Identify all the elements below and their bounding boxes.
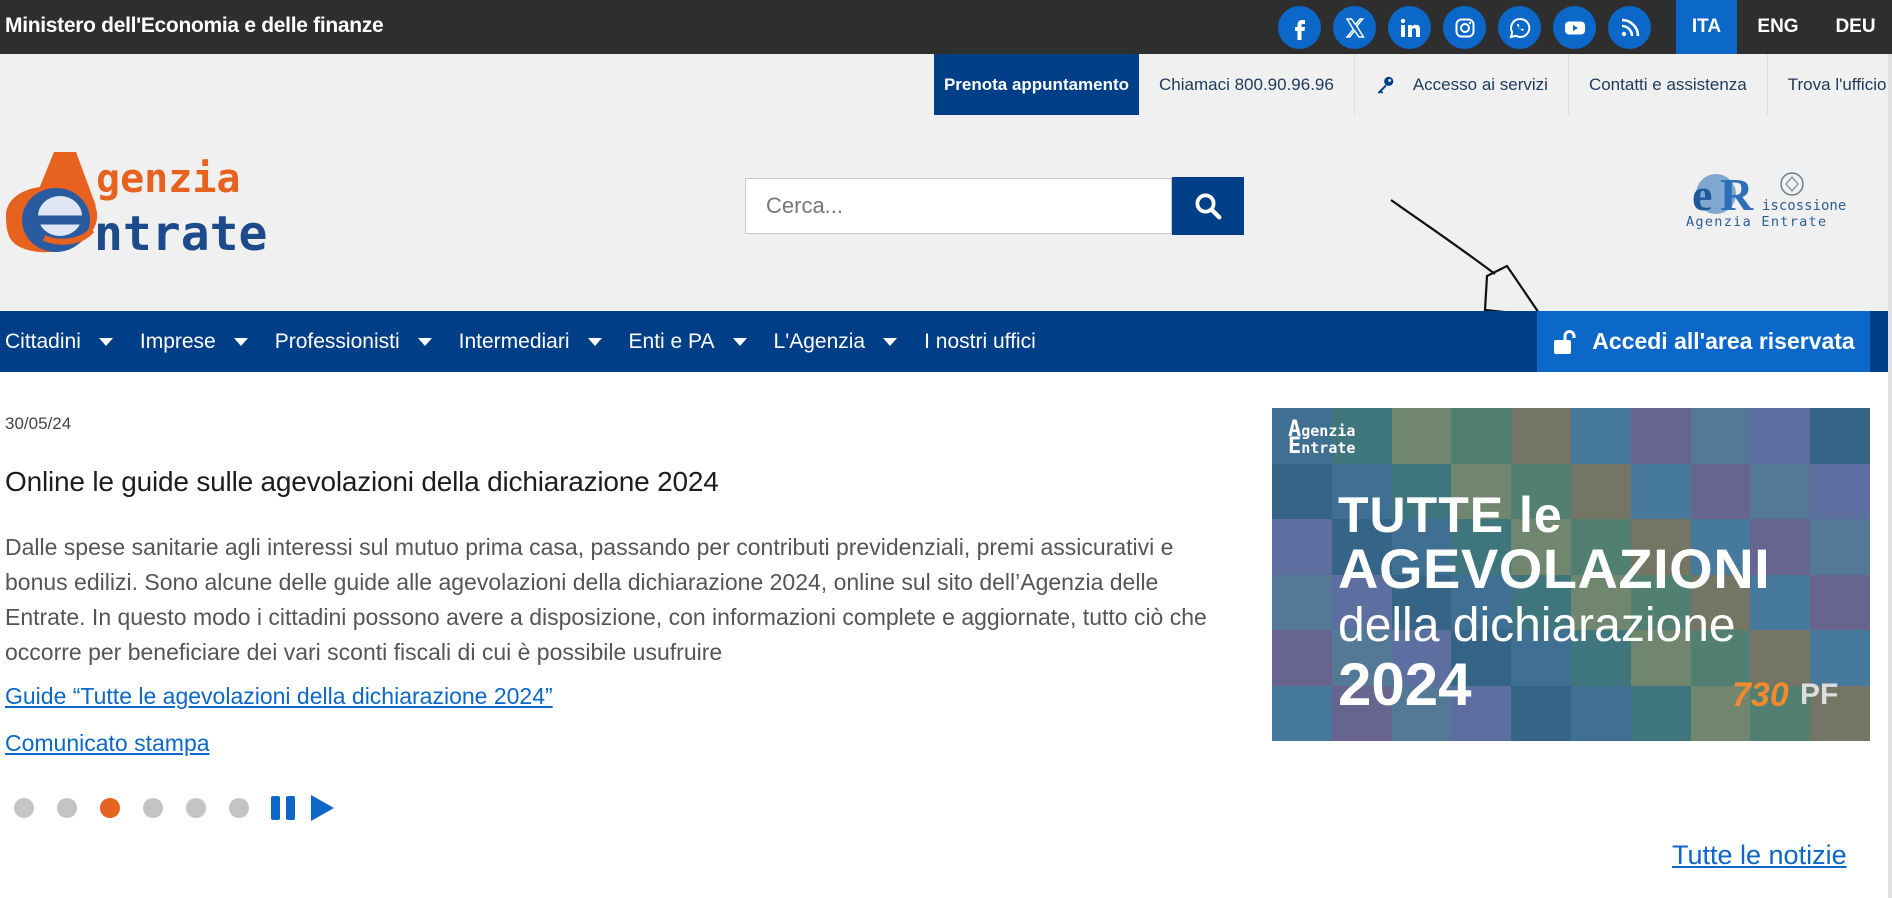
nav-label: Professionisti [274, 329, 400, 353]
banner-logo: Agenzia Entrate [1288, 417, 1356, 459]
carousel-dot-1[interactable] [14, 798, 34, 818]
x-icon[interactable] [1333, 6, 1376, 49]
banner-line4: 2024 [1338, 651, 1472, 718]
caret-down-icon [417, 337, 432, 346]
all-news-link[interactable]: Tutte le notizie [1672, 840, 1847, 871]
logo-text-ntrate: ntrate [94, 206, 267, 260]
main-nav: Cittadini Imprese Professionisti Interme… [0, 311, 1892, 372]
facebook-icon[interactable] [1278, 6, 1321, 49]
nav-label: Intermediari [458, 329, 570, 353]
lang-eng[interactable]: ENG [1737, 0, 1819, 54]
banner-logo-line1: genzia [1301, 422, 1356, 440]
language-switcher: ITA ENG DEU [1676, 0, 1892, 54]
search-form [745, 177, 1244, 235]
banner-logo-line2: ntrate [1301, 439, 1356, 457]
nav-label: Cittadini [5, 329, 81, 353]
instagram-icon[interactable] [1443, 6, 1486, 49]
key-icon [1377, 76, 1394, 94]
nav-label: I nostri uffici [924, 329, 1036, 353]
carousel-controls [14, 795, 334, 821]
caret-down-icon [732, 337, 747, 346]
search-input[interactable] [745, 178, 1172, 234]
svg-text:R: R [1720, 169, 1754, 220]
nav-label: Imprese [139, 329, 216, 353]
banner-line2: AGEVOLAZIONI [1338, 537, 1771, 600]
carousel-dot-3[interactable] [100, 798, 120, 818]
nav-item-cittadini[interactable]: Cittadini [0, 330, 135, 354]
svg-text:e: e [1692, 169, 1712, 220]
nav-item-intermediari[interactable]: Intermediari [454, 330, 624, 354]
logo-text-genzia: genzia [96, 156, 241, 202]
news-banner-image[interactable]: Agenzia Entrate TUTTE le AGEVOLAZIONI de… [1272, 408, 1870, 741]
carousel-dot-2[interactable] [57, 798, 77, 818]
arrow-annotation [1390, 199, 1544, 318]
contacts-link[interactable]: Contatti e assistenza [1569, 54, 1768, 115]
linkedin-icon[interactable] [1388, 6, 1431, 49]
nav-item-enti-pa[interactable]: Enti e PA [624, 330, 769, 354]
ministry-link[interactable]: Ministero dell'Economia e delle finanze [5, 14, 384, 38]
nav-item-agenzia[interactable]: L'Agenzia [769, 330, 920, 354]
scrollbar[interactable] [1888, 54, 1892, 898]
unlock-icon [1554, 329, 1576, 354]
utility-bar: Prenota appuntamento Chiamaci 800.90.96.… [934, 54, 1892, 115]
play-icon[interactable] [311, 795, 334, 821]
nav-item-professionisti[interactable]: Professionisti [270, 330, 454, 354]
caret-down-icon [587, 337, 602, 346]
caret-down-icon [98, 337, 113, 346]
nav-item-imprese[interactable]: Imprese [135, 330, 270, 354]
search-button[interactable] [1172, 177, 1244, 235]
news-date: 30/05/24 [5, 414, 72, 433]
banner-line3: della dichiarazione [1338, 599, 1736, 652]
lang-deu[interactable]: DEU [1819, 0, 1892, 54]
press-release-link[interactable]: Comunicato stampa [5, 730, 210, 757]
top-bar: Ministero dell'Economia e delle finanze … [0, 0, 1892, 54]
guides-link[interactable]: Guide “Tutte le agevolazioni della dichi… [5, 683, 553, 710]
carousel-dot-6[interactable] [229, 798, 249, 818]
news-body: Dalle spese sanitarie agli interessi sul… [5, 534, 1207, 665]
riscossione-subtext: Agenzia Entrate [1686, 214, 1827, 230]
lang-ita[interactable]: ITA [1676, 0, 1737, 54]
youtube-icon[interactable] [1553, 6, 1596, 49]
nav-item-uffici[interactable]: I nostri uffici [919, 330, 1036, 354]
riscossione-logo[interactable]: e R iscossione Agenzia Entrate [1682, 164, 1862, 244]
social-links [1278, 6, 1651, 49]
caret-down-icon [233, 337, 248, 346]
call-link[interactable]: Chiamaci 800.90.96.96 [1139, 54, 1355, 115]
whatsapp-icon[interactable] [1498, 6, 1541, 49]
carousel-dot-4[interactable] [143, 798, 163, 818]
banner-730-badge: 730 [1732, 676, 1789, 714]
nav-label: Enti e PA [628, 329, 715, 353]
search-icon [1195, 193, 1222, 220]
rss-icon[interactable] [1608, 6, 1651, 49]
banner-pf-badge: PF [1800, 678, 1839, 711]
riscossione-text: iscossione [1762, 198, 1846, 214]
login-label: Accedi all'area riservata [1592, 328, 1855, 354]
book-appointment-button[interactable]: Prenota appuntamento [934, 54, 1139, 115]
news-title: Online le guide sulle agevolazioni della… [5, 466, 719, 497]
login-button[interactable]: Accedi all'area riservata [1537, 311, 1870, 372]
site-header: Prenota appuntamento Chiamaci 800.90.96.… [0, 54, 1892, 318]
services-access-label: Accesso ai servizi [1412, 74, 1548, 94]
caret-down-icon [883, 337, 898, 346]
nav-label: L'Agenzia [773, 329, 866, 353]
services-access-link[interactable]: Accesso ai servizi [1355, 54, 1569, 115]
carousel-dot-5[interactable] [186, 798, 206, 818]
find-office-link[interactable]: Trova l'ufficio [1768, 54, 1892, 115]
agenzia-entrate-logo[interactable]: genzia ntrate [4, 150, 324, 260]
pause-icon[interactable] [271, 796, 295, 820]
